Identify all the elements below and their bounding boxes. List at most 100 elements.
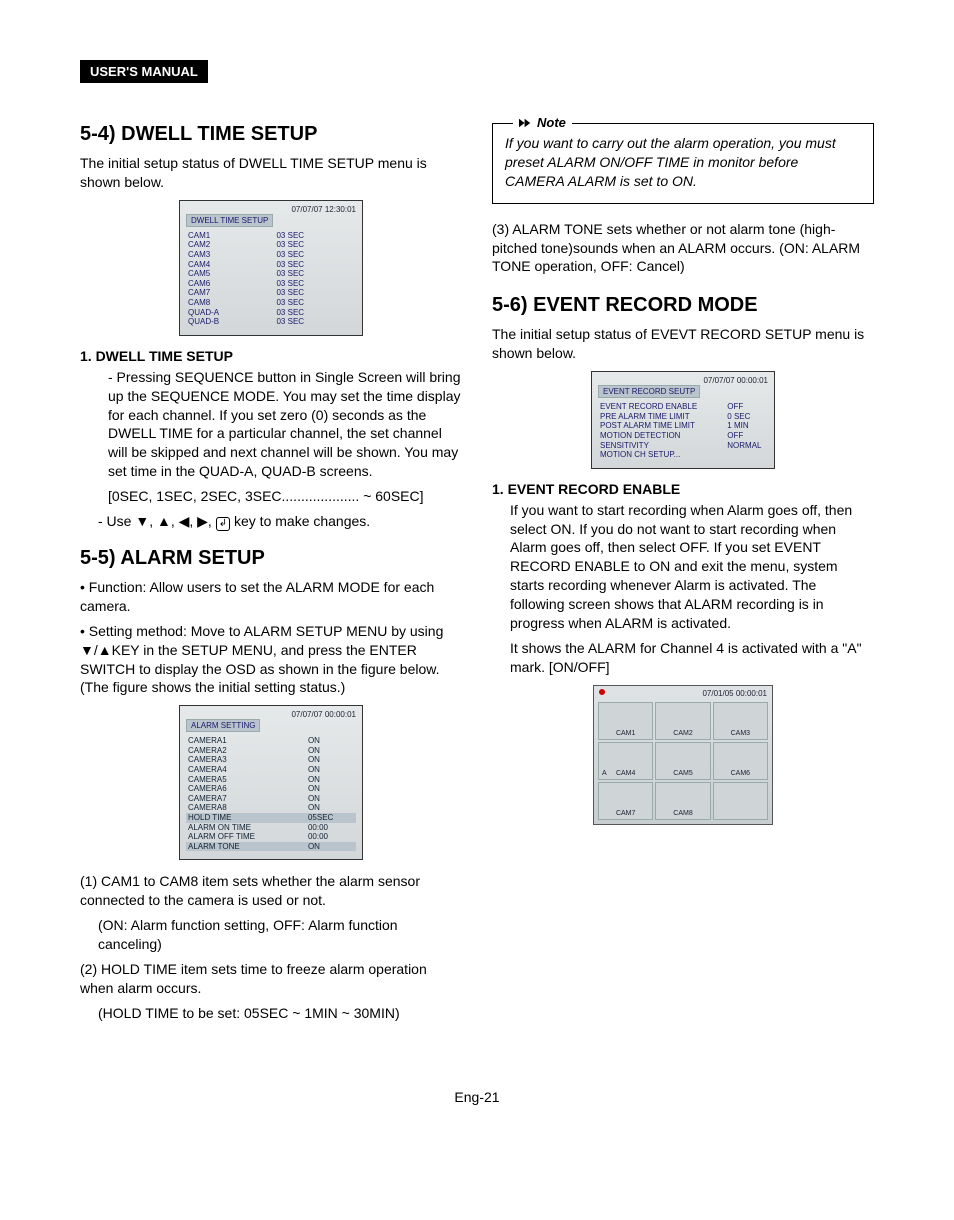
sec55-n1b: (ON: Alarm function setting, OFF: Alarm … <box>80 916 462 954</box>
osd-row-val: ON <box>288 842 356 852</box>
section-5-4-title: 5-4) DWELL TIME SETUP <box>80 123 462 146</box>
osd-row: ALARM ON TIME <box>186 823 288 833</box>
osd-row-val: 03 SEC <box>256 269 356 279</box>
sec55-n2b: (HOLD TIME to be set: 05SEC ~ 1MIN ~ 30M… <box>80 1004 462 1023</box>
osd-row-val: 05SEC <box>288 813 356 823</box>
osd-row: CAMERA4 <box>186 765 288 775</box>
osd-row-val: ON <box>288 794 356 804</box>
osd-row: QUAD-B <box>186 317 256 327</box>
osd-row-val <box>707 450 768 460</box>
header-bar: USER'S MANUAL <box>80 60 208 83</box>
osd-tab: EVENT RECORD SEUTP <box>598 385 700 398</box>
osd-row-val: ON <box>288 736 356 746</box>
sec55-b2: • Setting method: Move to ALARM SETUP ME… <box>80 622 462 698</box>
sec54-intro: The initial setup status of DWELL TIME S… <box>80 154 462 192</box>
osd-row-val: 03 SEC <box>256 240 356 250</box>
text: - Use <box>98 513 135 529</box>
right-column: Note If you want to carry out the alarm … <box>492 123 874 1029</box>
osd-tab: DWELL TIME SETUP <box>186 214 273 227</box>
event-record-osd: 07/07/07 00:00:01 EVENT RECORD SEUTP EVE… <box>591 371 775 469</box>
osd-row: CAM7 <box>186 288 256 298</box>
osd-row: ALARM TONE <box>186 842 288 852</box>
osd-row-val: OFF <box>707 402 768 412</box>
osd-row-val: 03 SEC <box>256 288 356 298</box>
cam-cell: CAM5 <box>655 742 710 780</box>
cam-cell <box>713 782 768 820</box>
osd-row-val: ON <box>288 765 356 775</box>
osd-row: CAMERA3 <box>186 755 288 765</box>
osd-row: CAMERA6 <box>186 784 288 794</box>
sec54-h1: 1. DWELL TIME SETUP <box>80 348 462 364</box>
cam-label: CAM7 <box>616 810 635 817</box>
cam-label: CAM6 <box>731 770 750 777</box>
fast-forward-icon <box>519 118 533 128</box>
osd-row-val: 03 SEC <box>256 231 356 241</box>
osd-row-val: OFF <box>707 431 768 441</box>
note-box: Note If you want to carry out the alarm … <box>492 123 874 204</box>
osd-timestamp: 07/07/07 12:30:01 <box>186 205 356 214</box>
sec55-n2: (2) HOLD TIME item sets time to freeze a… <box>80 960 462 998</box>
sec54-p2: - Use ▼, ▲, ◀, ▶, ↲ key to make changes. <box>80 512 462 531</box>
osd-row: EVENT RECORD ENABLE <box>598 402 707 412</box>
cam-cell: ACAM4 <box>598 742 653 780</box>
osd-row: CAM2 <box>186 240 256 250</box>
osd-timestamp: 07/07/07 00:00:01 <box>598 376 768 385</box>
sec55-b1: • Function: Allow users to set the ALARM… <box>80 578 462 616</box>
osd-row-val: ON <box>288 784 356 794</box>
osd-row: CAMERA7 <box>186 794 288 804</box>
cam-cell: CAM2 <box>655 702 710 740</box>
sec54-p1: - Pressing SEQUENCE button in Single Scr… <box>80 368 462 481</box>
sec56-intro: The initial setup status of EVEVT RECORD… <box>492 325 874 363</box>
osd-row-val: 00:00 <box>288 832 356 842</box>
note-text: If you want to carry out the alarm opera… <box>505 135 836 189</box>
text: key to make changes. <box>230 513 370 529</box>
section-5-5-title: 5-5) ALARM SETUP <box>80 547 462 570</box>
cam-label: CAM1 <box>616 730 635 737</box>
sec55-n3: (3) ALARM TONE sets whether or not alarm… <box>492 220 874 277</box>
osd-row-val: 1 MIN <box>707 421 768 431</box>
sec56-h1: 1. EVENT RECORD ENABLE <box>492 481 874 497</box>
osd-row: CAM4 <box>186 260 256 270</box>
osd-row-val: ON <box>288 775 356 785</box>
osd-row-val: 00:00 <box>288 823 356 833</box>
record-icon <box>599 689 605 695</box>
osd-row: CAMERA2 <box>186 746 288 756</box>
cam-cell: CAM8 <box>655 782 710 820</box>
osd-row-val: NORMAL <box>707 441 768 451</box>
osd-row: POST ALARM TIME LIMIT <box>598 421 707 431</box>
osd-row: HOLD TIME <box>186 813 288 823</box>
osd-tab: ALARM SETTING <box>186 719 260 732</box>
osd-row-val: 0 SEC <box>707 412 768 422</box>
osd-row: MOTION DETECTION <box>598 431 707 441</box>
osd-row: CAMERA5 <box>186 775 288 785</box>
osd-row: MOTION CH SETUP... <box>598 450 707 460</box>
osd-row-val: ON <box>288 755 356 765</box>
osd-row-val: ON <box>288 803 356 813</box>
cam-label: CAM8 <box>673 810 692 817</box>
cam-label: CAM5 <box>673 770 692 777</box>
cam-label: CAM3 <box>731 730 750 737</box>
cam-cell: CAM3 <box>713 702 768 740</box>
osd-row-val: 03 SEC <box>256 250 356 260</box>
osd-row-val: 03 SEC <box>256 308 356 318</box>
osd-row: CAM5 <box>186 269 256 279</box>
osd-row-val: 03 SEC <box>256 317 356 327</box>
left-column: 5-4) DWELL TIME SETUP The initial setup … <box>80 123 462 1029</box>
osd-row-val: ON <box>288 746 356 756</box>
sec54-p1b: [0SEC, 1SEC, 2SEC, 3SEC.................… <box>80 487 462 506</box>
cam-label: CAM2 <box>673 730 692 737</box>
grid-timestamp: 07/01/05 00:00:01 <box>702 689 767 698</box>
sec56-p1: If you want to start recording when Alar… <box>492 501 874 633</box>
cam-cell: CAM1 <box>598 702 653 740</box>
osd-row: CAMERA8 <box>186 803 288 813</box>
dwell-time-osd: 07/07/07 12:30:01 DWELL TIME SETUP CAM10… <box>179 200 363 336</box>
page-footer: Eng-21 <box>80 1089 874 1105</box>
alarm-mark: A <box>602 770 607 777</box>
section-5-6-title: 5-6) EVENT RECORD MODE <box>492 294 874 317</box>
osd-row: CAM3 <box>186 250 256 260</box>
osd-timestamp: 07/07/07 00:00:01 <box>186 710 356 719</box>
osd-row-val: 03 SEC <box>256 260 356 270</box>
osd-row: CAM6 <box>186 279 256 289</box>
sec56-p2: It shows the ALARM for Channel 4 is acti… <box>492 639 874 677</box>
osd-row-val: 03 SEC <box>256 279 356 289</box>
